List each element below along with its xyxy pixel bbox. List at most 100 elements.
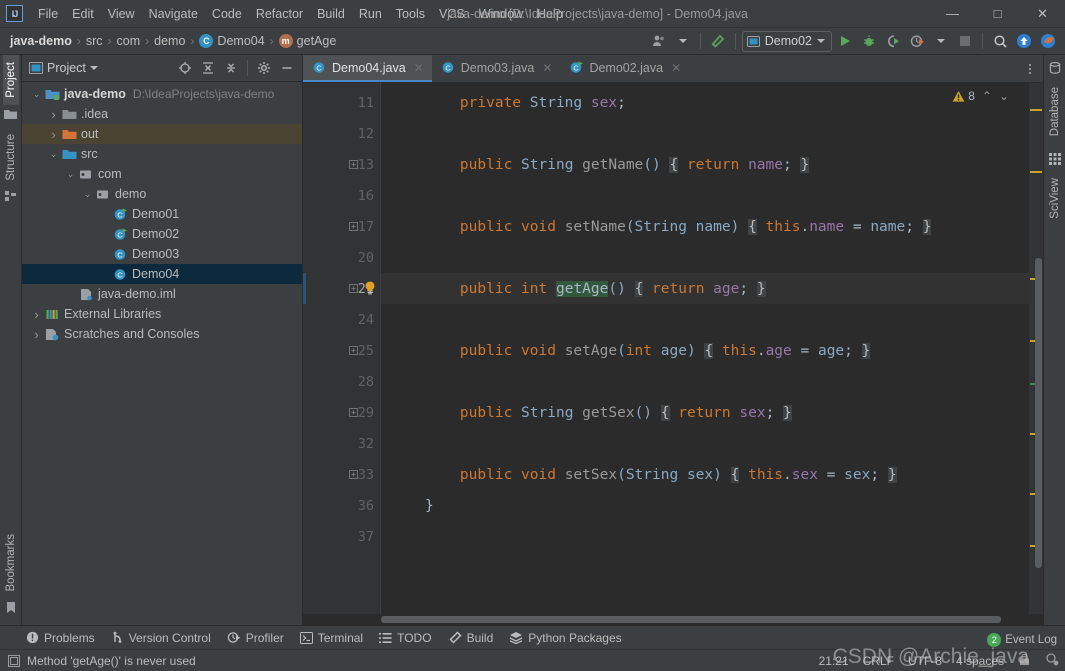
- expand-all-icon[interactable]: [197, 57, 219, 79]
- breadcrumb-item-src[interactable]: src: [83, 32, 106, 50]
- sidebar-item-structure[interactable]: Structure: [3, 127, 19, 188]
- close-button[interactable]: ✕: [1020, 0, 1065, 28]
- profiler-icon[interactable]: [906, 30, 928, 52]
- project-tree[interactable]: ⌄ java-demo D:\IdeaProjects\java-demo › .ide…: [22, 82, 302, 625]
- gutter-line-13[interactable]: 13 +: [303, 149, 380, 180]
- sidebar-item-bookmarks[interactable]: Bookmarks: [3, 527, 19, 599]
- gutter-line-32[interactable]: 32: [303, 428, 380, 459]
- settings-gear-icon[interactable]: [253, 57, 275, 79]
- code-line-32[interactable]: [381, 428, 1029, 459]
- menu-item-help[interactable]: Help: [530, 3, 570, 25]
- menu-item-edit[interactable]: Edit: [65, 3, 101, 25]
- tree-node-com[interactable]: ⌄ com: [22, 164, 302, 184]
- chevron-right-icon[interactable]: ›: [30, 327, 43, 342]
- share-icon[interactable]: [1037, 30, 1059, 52]
- inspection-settings-icon[interactable]: [1045, 652, 1059, 669]
- collapse-all-icon[interactable]: [220, 57, 242, 79]
- code-line-13[interactable]: public String getName() { return name; }: [381, 149, 1029, 180]
- project-panel-chevron-down-icon[interactable]: [89, 66, 98, 70]
- gutter-line-24[interactable]: 24: [303, 304, 380, 335]
- vertical-scrollbar-thumb[interactable]: [1035, 258, 1042, 568]
- file-encoding[interactable]: UTF-8: [908, 654, 942, 668]
- editor-tab-demo04-java[interactable]: C Demo04.java ✕: [303, 55, 432, 82]
- menu-item-tools[interactable]: Tools: [389, 3, 432, 25]
- code-line-33[interactable]: public void setSex(String sex) { this. se…: [381, 459, 1029, 490]
- chevron-down-icon[interactable]: ⌄: [81, 189, 94, 200]
- menu-item-build[interactable]: Build: [310, 3, 352, 25]
- menu-item-navigate[interactable]: Navigate: [142, 3, 205, 25]
- sidebar-item-project[interactable]: Project: [2, 55, 19, 105]
- tree-node-java-demo-iml[interactable]: java-demo.iml: [22, 284, 302, 304]
- gutter-line-21[interactable]: 21 +: [303, 273, 380, 304]
- menu-item-view[interactable]: View: [101, 3, 142, 25]
- chevron-right-icon[interactable]: ›: [47, 107, 60, 122]
- profiler-dropdown-caret-icon[interactable]: [930, 30, 952, 52]
- close-tab-icon[interactable]: ✕: [671, 61, 681, 75]
- gutter-line-16[interactable]: 16: [303, 180, 380, 211]
- sidebar-item-database[interactable]: Database: [1047, 80, 1063, 143]
- intention-lightbulb-icon[interactable]: [364, 281, 376, 295]
- sidebar-item-sciview[interactable]: SciView: [1047, 171, 1063, 226]
- menu-item-file[interactable]: File: [31, 3, 65, 25]
- menu-item-code[interactable]: Code: [205, 3, 249, 25]
- build-hammer-icon[interactable]: [707, 30, 729, 52]
- chevron-down-icon[interactable]: ⌄: [47, 149, 60, 160]
- fold-expand-icon[interactable]: +: [349, 160, 358, 169]
- maximize-button[interactable]: □: [975, 0, 1020, 28]
- code-line-16[interactable]: [381, 180, 1029, 211]
- tree-node-scratches-and-consoles[interactable]: › Scratches and Consoles: [22, 324, 302, 344]
- code-line-36[interactable]: }: [381, 490, 1029, 521]
- warning-marker[interactable]: [1030, 171, 1042, 173]
- fold-expand-icon[interactable]: +: [349, 284, 358, 293]
- tree-node-src[interactable]: ⌄ src: [22, 144, 302, 164]
- update-project-icon[interactable]: [1013, 30, 1035, 52]
- editor-tab-demo02-java[interactable]: C Demo02.java ✕: [560, 55, 689, 82]
- run-configuration-selector[interactable]: Demo02: [741, 30, 832, 52]
- breadcrumb-item-demo[interactable]: demo: [151, 32, 188, 50]
- warning-marker[interactable]: [1030, 109, 1042, 111]
- breadcrumb-item-java-demo[interactable]: java-demo: [7, 32, 75, 50]
- tree-node-java-demo[interactable]: ⌄ java-demo D:\IdeaProjects\java-demo: [22, 84, 302, 104]
- tool-window-problems[interactable]: Problems: [26, 631, 95, 645]
- code-line-24[interactable]: [381, 304, 1029, 335]
- chevron-down-icon[interactable]: ⌄: [64, 169, 77, 180]
- tool-window-todo[interactable]: TODO: [379, 631, 432, 645]
- event-log-widget[interactable]: 2 Event Log: [987, 633, 1057, 647]
- gutter-line-33[interactable]: 33 +: [303, 459, 380, 490]
- tree-node--idea[interactable]: › .idea: [22, 104, 302, 124]
- code-line-29[interactable]: public String getSex() { return sex; }: [381, 397, 1029, 428]
- hide-panel-icon[interactable]: [276, 57, 298, 79]
- code-editor[interactable]: 11 12 13 +16 17 +20 21 +24 25 +28 29 +32 33 +36 37 8 ⌃…: [303, 83, 1043, 614]
- chevron-right-icon[interactable]: ›: [47, 127, 60, 142]
- horizontal-scrollbar[interactable]: [303, 614, 1043, 625]
- tool-window-build[interactable]: Build: [448, 631, 493, 645]
- code-line-21[interactable]: public int getAge() { return age; }: [381, 273, 1029, 304]
- tool-window-profiler[interactable]: Profiler: [227, 631, 284, 645]
- tab-bar-overflow[interactable]: [1023, 55, 1043, 82]
- read-only-lock-icon[interactable]: [1018, 653, 1031, 669]
- menu-item-vcs[interactable]: VCS: [432, 3, 472, 25]
- tree-node-out[interactable]: › out: [22, 124, 302, 144]
- fold-expand-icon[interactable]: +: [349, 470, 358, 479]
- gutter-line-36[interactable]: 36: [303, 490, 380, 521]
- code-line-28[interactable]: [381, 366, 1029, 397]
- code-line-37[interactable]: [381, 521, 1029, 552]
- gutter-line-29[interactable]: 29 +: [303, 397, 380, 428]
- fold-expand-icon[interactable]: +: [349, 346, 358, 355]
- close-tab-icon[interactable]: ✕: [542, 61, 552, 75]
- menu-item-refactor[interactable]: Refactor: [249, 3, 310, 25]
- search-everywhere-icon[interactable]: [989, 30, 1011, 52]
- chevron-down-icon[interactable]: ⌄: [30, 89, 43, 100]
- tree-node-demo03[interactable]: C Demo03: [22, 244, 302, 264]
- menu-item-window[interactable]: Window: [472, 3, 530, 25]
- gutter-line-20[interactable]: 20: [303, 242, 380, 273]
- breadcrumb-item-com[interactable]: com: [114, 32, 144, 50]
- fold-expand-icon[interactable]: +: [349, 222, 358, 231]
- user-dropdown-caret-icon[interactable]: [672, 30, 694, 52]
- gutter-line-37[interactable]: 37: [303, 521, 380, 552]
- tool-window-terminal[interactable]: Terminal: [299, 631, 363, 645]
- close-tab-icon[interactable]: ✕: [414, 61, 424, 75]
- code-line-25[interactable]: public void setAge(int age) { this. age =…: [381, 335, 1029, 366]
- breadcrumb-item-getage[interactable]: m getAge: [276, 32, 340, 50]
- editor-marker-bar[interactable]: [1029, 83, 1043, 614]
